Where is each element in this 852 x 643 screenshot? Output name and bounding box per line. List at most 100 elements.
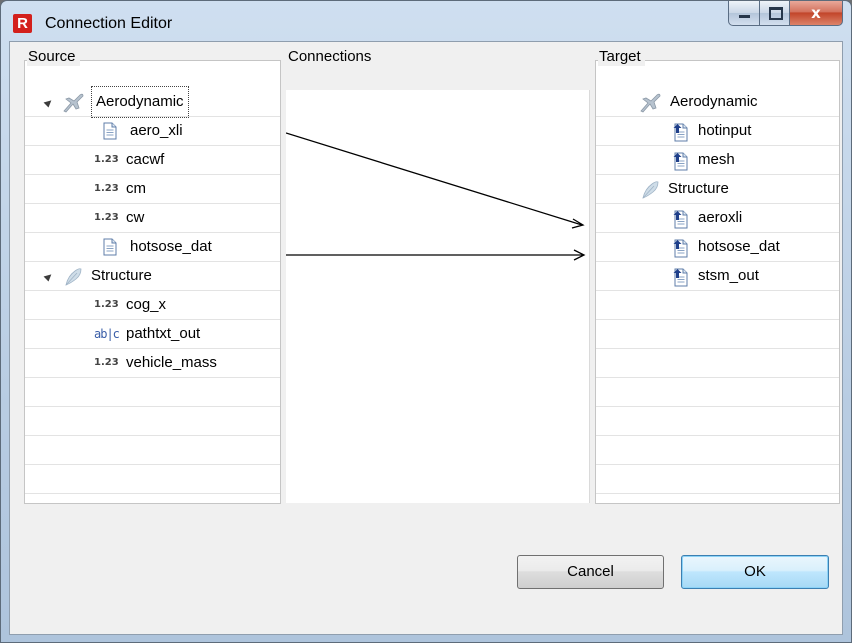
source-panel: Aerodynamic aero_xli 1.23 cacwf 1.23 cm 1.23 cw… xyxy=(24,60,281,504)
target-tree-row[interactable]: Aerodynamic xyxy=(596,88,839,117)
maximize-button[interactable] xyxy=(760,1,790,26)
connections-panel xyxy=(286,60,590,504)
target-tree-node[interactable]: hotinput xyxy=(672,117,751,145)
target-label: Target xyxy=(598,48,645,66)
target-panel: Aerodynamic hotinput mesh Structure aeroxli h… xyxy=(595,60,840,504)
feather-icon xyxy=(640,180,662,199)
source-empty-row xyxy=(25,436,280,465)
source-node-label: hotsose_dat xyxy=(130,238,212,255)
source-tree-row[interactable]: aero_xli xyxy=(25,117,280,146)
source-tree-row[interactable]: hotsose_dat xyxy=(25,233,280,262)
target-tree-node[interactable]: Structure xyxy=(640,175,729,203)
source-node-label: cacwf xyxy=(126,151,165,168)
input-file-icon xyxy=(672,267,690,287)
source-node-label: pathtxt_out xyxy=(126,325,201,342)
source-tree-node[interactable]: Structure xyxy=(63,262,152,290)
connection-editor-window: R Connection Editor x Aerodynamic aero_xl… xyxy=(0,0,852,643)
input-file-icon xyxy=(672,122,690,142)
source-empty-row xyxy=(25,465,280,494)
source-tree-row[interactable]: Aerodynamic xyxy=(25,86,280,118)
source-tree-node[interactable]: 1.23 cog_x xyxy=(94,291,166,319)
source-tree-row[interactable]: Structure xyxy=(25,262,280,291)
target-node-label: Aerodynamic xyxy=(670,93,758,110)
source-tree-node[interactable]: Aerodynamic xyxy=(63,86,189,118)
text-icon: ab|c xyxy=(94,327,120,341)
number-icon: 1.23 xyxy=(94,212,119,223)
source-node-label: cog_x xyxy=(126,296,167,313)
target-empty-row xyxy=(596,291,839,320)
expanded-triangle-icon[interactable] xyxy=(43,97,54,108)
target-empty-row xyxy=(596,378,839,407)
source-tree-node[interactable]: 1.23 vehicle_mass xyxy=(94,349,217,377)
file-icon xyxy=(102,122,120,140)
target-node-label: stsm_out xyxy=(698,267,759,284)
number-icon: 1.23 xyxy=(94,357,119,368)
number-icon: 1.23 xyxy=(94,183,119,194)
ok-button[interactable]: OK xyxy=(681,555,829,589)
target-tree-node[interactable]: stsm_out xyxy=(672,262,759,290)
target-tree-row[interactable]: hotsose_dat xyxy=(596,233,839,262)
app-logo-icon: R xyxy=(13,14,32,33)
close-button[interactable]: x xyxy=(790,1,843,26)
dialog-body: Aerodynamic aero_xli 1.23 cacwf 1.23 cm 1.23 cw… xyxy=(9,41,843,635)
source-node-label: cm xyxy=(126,180,146,197)
source-tree-row[interactable]: 1.23 vehicle_mass xyxy=(25,349,280,378)
expanded-triangle-icon[interactable] xyxy=(43,271,54,282)
target-tree-node[interactable]: mesh xyxy=(672,146,735,174)
target-node-label: hotinput xyxy=(698,122,752,139)
source-tree: Aerodynamic aero_xli 1.23 cacwf 1.23 cm 1.23 cw… xyxy=(25,86,280,494)
source-label: Source xyxy=(27,48,80,66)
source-tree-row[interactable]: 1.23 cw xyxy=(25,204,280,233)
source-tree-row[interactable]: 1.23 cog_x xyxy=(25,291,280,320)
source-tree-node[interactable]: 1.23 cw xyxy=(94,204,144,232)
source-tree-node[interactable]: aero_xli xyxy=(102,117,183,145)
title-bar[interactable]: R Connection Editor x xyxy=(1,1,851,41)
source-tree-node[interactable]: 1.23 cm xyxy=(94,175,146,203)
source-tree-row[interactable]: ab|c pathtxt_out xyxy=(25,320,280,349)
connection-lines xyxy=(286,132,586,261)
file-icon xyxy=(102,238,120,256)
target-empty-row xyxy=(596,320,839,349)
target-tree-node[interactable]: hotsose_dat xyxy=(672,233,780,261)
input-file-icon xyxy=(672,209,690,229)
target-tree-row[interactable]: stsm_out xyxy=(596,262,839,291)
number-icon: 1.23 xyxy=(94,299,119,310)
source-tree-node[interactable]: hotsose_dat xyxy=(102,233,212,261)
input-file-icon xyxy=(672,151,690,171)
source-empty-row xyxy=(25,378,280,407)
source-tree-row[interactable]: 1.23 cm xyxy=(25,175,280,204)
target-tree-node[interactable]: aeroxli xyxy=(672,204,742,232)
connections-label: Connections xyxy=(287,48,376,66)
target-empty-row xyxy=(596,349,839,378)
target-empty-row xyxy=(596,407,839,436)
target-node-label: mesh xyxy=(698,151,735,168)
feather-icon xyxy=(63,267,85,286)
connections-canvas[interactable] xyxy=(286,90,590,503)
target-tree-row[interactable]: mesh xyxy=(596,146,839,175)
source-node-label: aero_xli xyxy=(130,122,183,139)
target-tree-row[interactable]: aeroxli xyxy=(596,204,839,233)
target-tree-row[interactable]: hotinput xyxy=(596,117,839,146)
cancel-button[interactable]: Cancel xyxy=(517,555,664,589)
source-node-label: vehicle_mass xyxy=(126,354,217,371)
source-tree-row[interactable]: 1.23 cacwf xyxy=(25,146,280,175)
target-tree-row[interactable]: Structure xyxy=(596,175,839,204)
source-empty-row xyxy=(25,407,280,436)
target-node-label: Structure xyxy=(668,180,729,197)
target-tree: Aerodynamic hotinput mesh Structure aeroxli h… xyxy=(596,88,839,494)
source-node-label: Aerodynamic xyxy=(91,86,189,118)
target-empty-row xyxy=(596,436,839,465)
window-title: Connection Editor xyxy=(45,15,173,32)
source-tree-node[interactable]: 1.23 cacwf xyxy=(94,146,164,174)
number-icon: 1.23 xyxy=(94,154,119,165)
target-empty-row xyxy=(596,465,839,494)
minimize-button[interactable] xyxy=(728,1,760,26)
target-node-label: aeroxli xyxy=(698,209,743,226)
connection-line-aero-xli xyxy=(286,132,583,226)
source-node-label: Structure xyxy=(91,267,152,284)
source-tree-node[interactable]: ab|c pathtxt_out xyxy=(94,320,200,348)
window-controls: x xyxy=(728,1,843,28)
source-node-label: cw xyxy=(126,209,145,226)
target-node-label: hotsose_dat xyxy=(698,238,780,255)
target-tree-node[interactable]: Aerodynamic xyxy=(640,88,758,116)
